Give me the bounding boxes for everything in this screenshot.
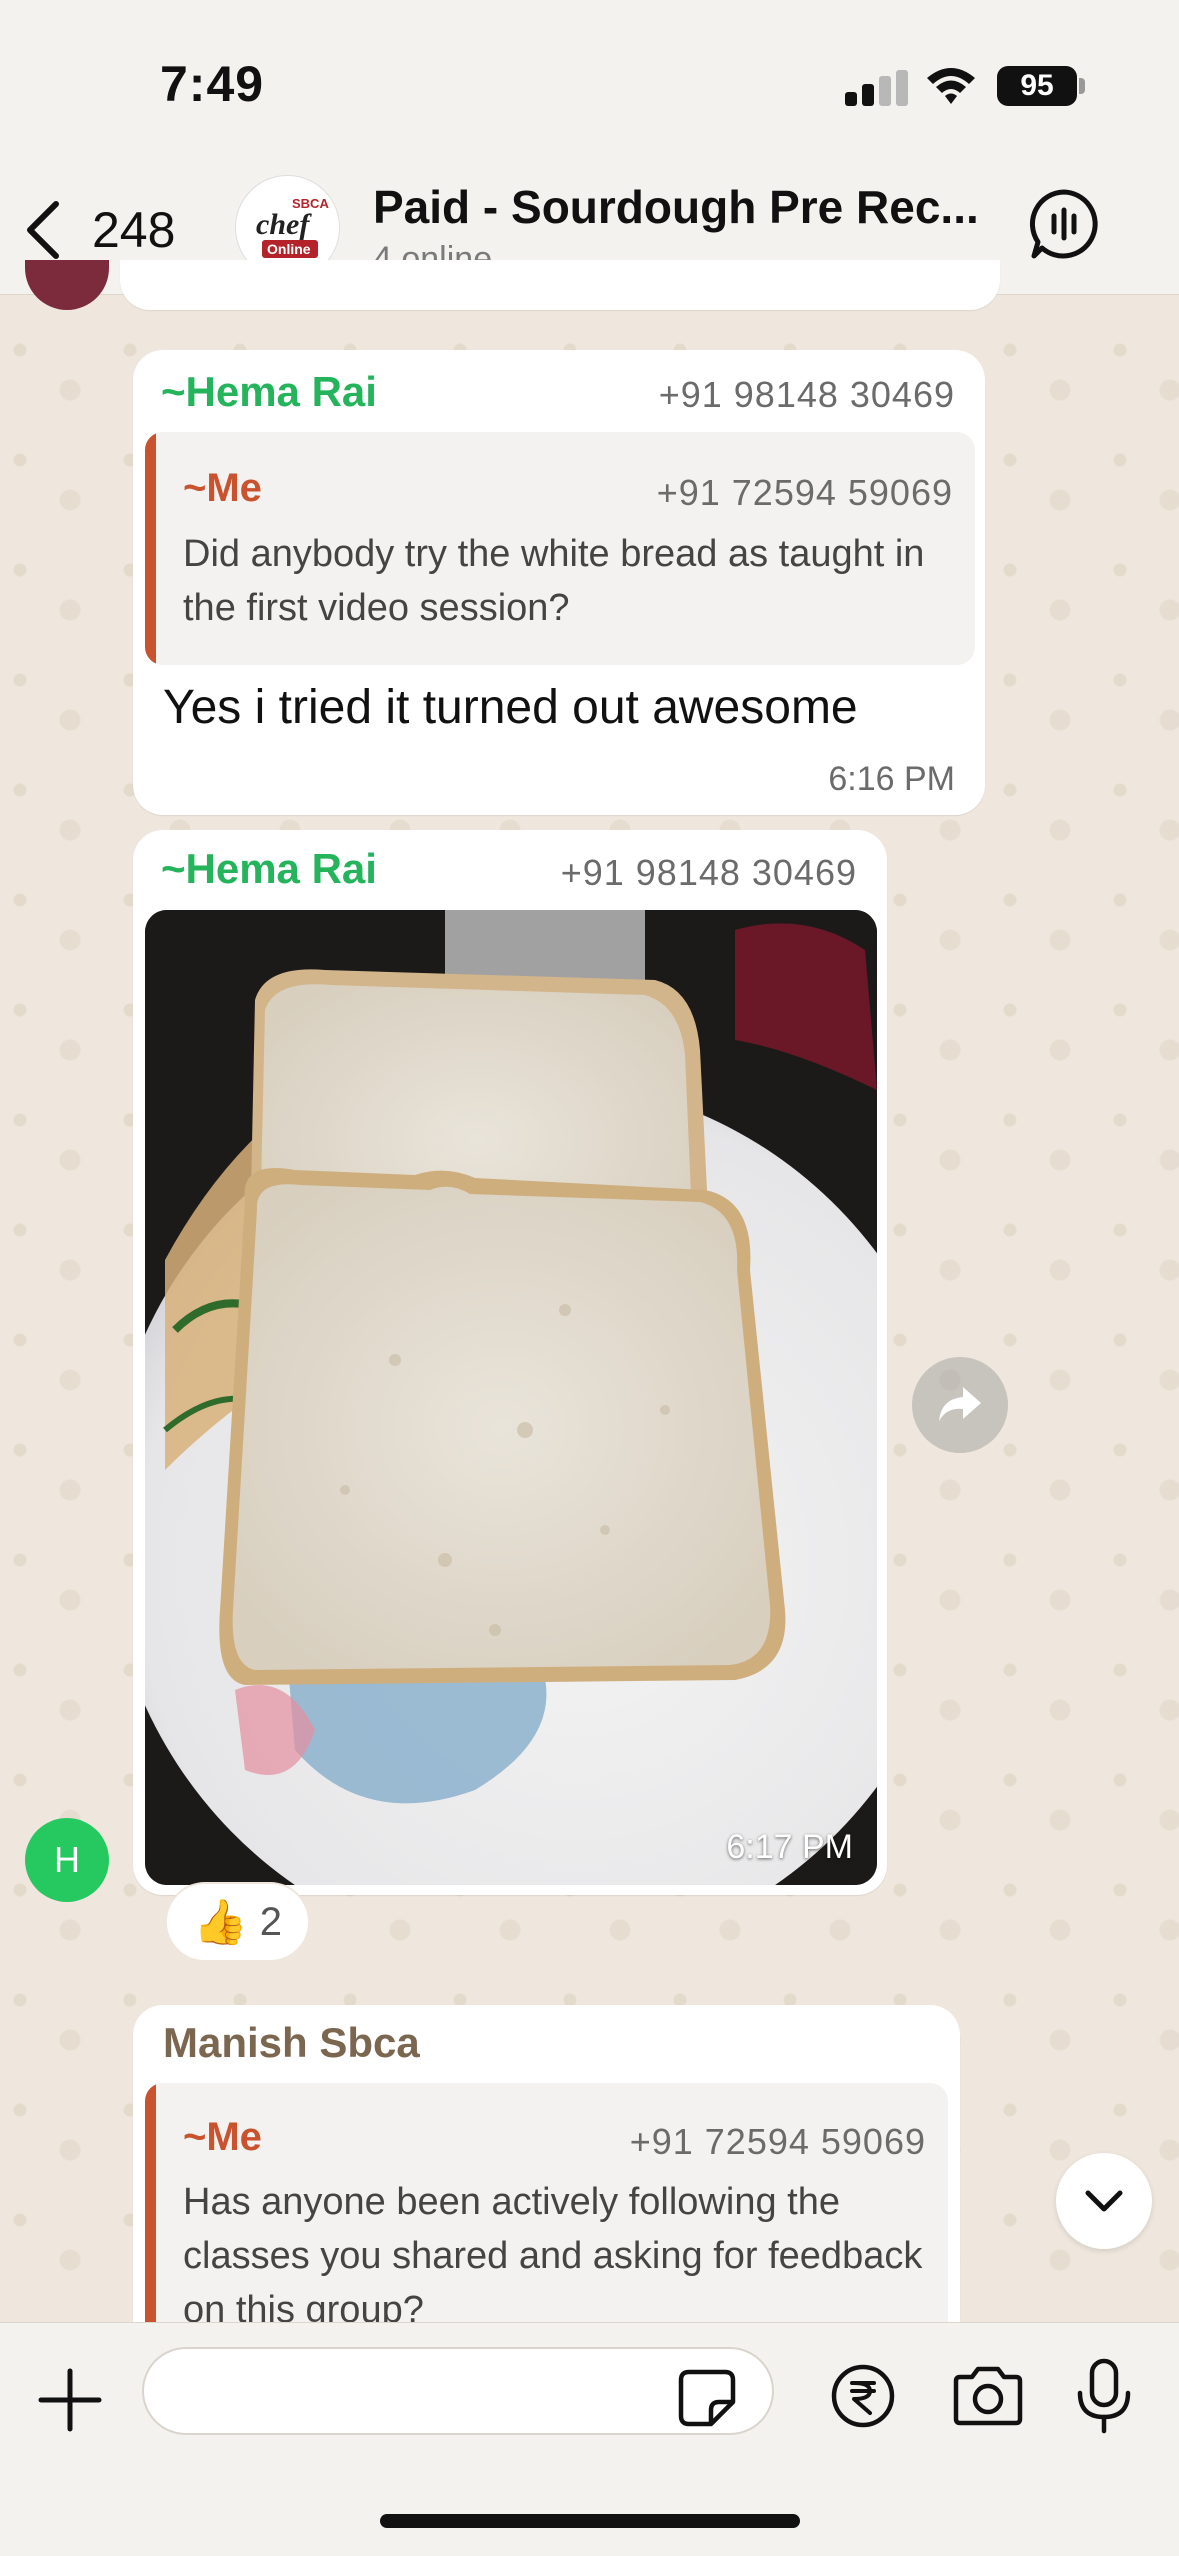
sender-name[interactable]: Manish Sbca	[163, 2019, 420, 2067]
reaction-badge[interactable]: 👍 2	[165, 1882, 310, 1962]
back-button[interactable]: 248	[20, 190, 200, 270]
quote-bar	[145, 2083, 156, 2345]
message-bubble[interactable]: ~Hema Rai +91 98148 30469 ~Me +91 72594 …	[133, 350, 985, 815]
battery-indicator: 95	[997, 66, 1077, 106]
home-indicator	[380, 2514, 800, 2528]
quote-sender: ~Me	[183, 466, 262, 510]
rupee-icon[interactable]	[830, 2363, 896, 2429]
message-time: 6:16 PM	[828, 760, 955, 798]
sender-avatar[interactable]: H	[25, 1818, 109, 1902]
chevron-left-icon	[27, 201, 59, 259]
quote-phone: +91 72594 59069	[629, 2121, 926, 2162]
svg-text:chef: chef	[256, 208, 312, 241]
photo-time: 6:17 PM	[726, 1828, 853, 1866]
status-time: 7:49	[160, 56, 265, 112]
quote-bar	[145, 432, 156, 665]
chevron-down-icon	[1085, 2190, 1123, 2212]
quoted-message[interactable]: ~Me +91 72594 59069 Has anyone been acti…	[145, 2083, 948, 2345]
previous-message-partial	[120, 260, 1000, 310]
unread-count: 248	[92, 202, 176, 258]
bread-image	[145, 910, 877, 1885]
group-title[interactable]: Paid - Sourdough Pre Rec...	[373, 180, 993, 234]
status-bar: 7:49 95	[0, 0, 1179, 170]
sender-name[interactable]: ~Hema Rai	[161, 368, 377, 416]
message-bubble[interactable]: Manish Sbca ~Me +91 72594 59069 Has anyo…	[133, 2005, 960, 2345]
microphone-icon[interactable]	[1074, 2357, 1134, 2437]
sticker-icon[interactable]	[677, 2368, 737, 2428]
forward-icon	[939, 1387, 981, 1421]
message-text: Yes i tried it turned out awesome	[163, 681, 858, 734]
plus-icon[interactable]	[35, 2365, 105, 2435]
sender-name[interactable]: ~Hema Rai	[161, 845, 377, 893]
cellular-signal-icon	[845, 70, 908, 106]
scroll-down-button[interactable]	[1056, 2153, 1152, 2249]
quoted-message[interactable]: ~Me +91 72594 59069 Did anybody try the …	[145, 432, 975, 665]
camera-icon[interactable]	[950, 2365, 1026, 2427]
quote-phone: +91 72594 59069	[656, 472, 953, 513]
battery-tip	[1079, 78, 1085, 94]
sender-phone: +91 98148 30469	[658, 374, 955, 415]
message-composer	[0, 2322, 1179, 2556]
svg-text:Online: Online	[267, 241, 311, 257]
quote-sender: ~Me	[183, 2115, 262, 2159]
thumbs-up-icon: 👍	[192, 1898, 248, 1947]
bread-photo[interactable]: 6:17 PM	[145, 910, 877, 1885]
quote-text: Has anyone been actively following the c…	[183, 2181, 923, 2331]
forward-button[interactable]	[912, 1357, 1008, 1453]
quote-text: Did anybody try the white bread as taugh…	[183, 533, 925, 629]
sender-phone: +91 98148 30469	[560, 852, 857, 893]
voice-call-icon[interactable]	[1028, 188, 1100, 260]
wifi-icon	[927, 68, 975, 104]
reaction-count: 2	[259, 1899, 283, 1944]
